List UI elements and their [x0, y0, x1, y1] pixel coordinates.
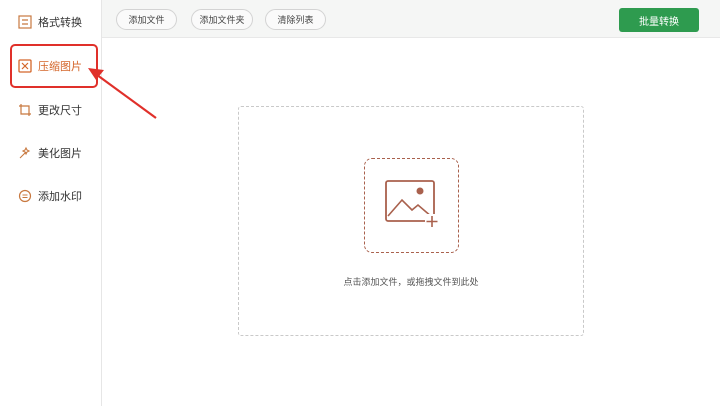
- sidebar-item-label: 美化图片: [38, 147, 82, 160]
- add-image-icon: [385, 180, 439, 228]
- watermark-icon: [18, 189, 32, 203]
- resize-icon: [18, 103, 32, 117]
- sidebar-item-beautify[interactable]: 美化图片: [6, 135, 96, 171]
- add-file-button[interactable]: 添加文件: [116, 9, 177, 30]
- sidebar-item-format-convert[interactable]: 格式转换: [6, 4, 96, 40]
- sidebar-item-resize[interactable]: 更改尺寸: [6, 92, 96, 128]
- batch-convert-button[interactable]: 批量转换: [619, 8, 699, 32]
- format-convert-icon: [18, 15, 32, 29]
- main-area: 点击添加文件，或拖拽文件到此处: [103, 39, 720, 406]
- sidebar-item-watermark[interactable]: 添加水印: [6, 178, 96, 214]
- dropzone-hint: 点击添加文件，或拖拽文件到此处: [343, 278, 479, 288]
- sidebar-item-label: 更改尺寸: [38, 104, 82, 117]
- sidebar-item-label: 格式转换: [38, 16, 82, 29]
- sidebar-item-label: 添加水印: [38, 190, 82, 203]
- app-window: 格式转换 压缩图片 更改尺寸 美化图片 添加水印 添加文件 添加文件夹 清除列表…: [0, 0, 720, 406]
- annotation-highlight-box: [10, 44, 98, 88]
- add-image-placeholder[interactable]: [364, 158, 459, 253]
- file-dropzone[interactable]: 点击添加文件，或拖拽文件到此处: [238, 106, 584, 336]
- add-folder-button[interactable]: 添加文件夹: [191, 9, 253, 30]
- sidebar: 格式转换 压缩图片 更改尺寸 美化图片 添加水印: [0, 0, 102, 406]
- clear-list-button[interactable]: 清除列表: [265, 9, 326, 30]
- beautify-icon: [18, 146, 32, 160]
- toolbar: 添加文件 添加文件夹 清除列表 批量转换: [102, 0, 720, 38]
